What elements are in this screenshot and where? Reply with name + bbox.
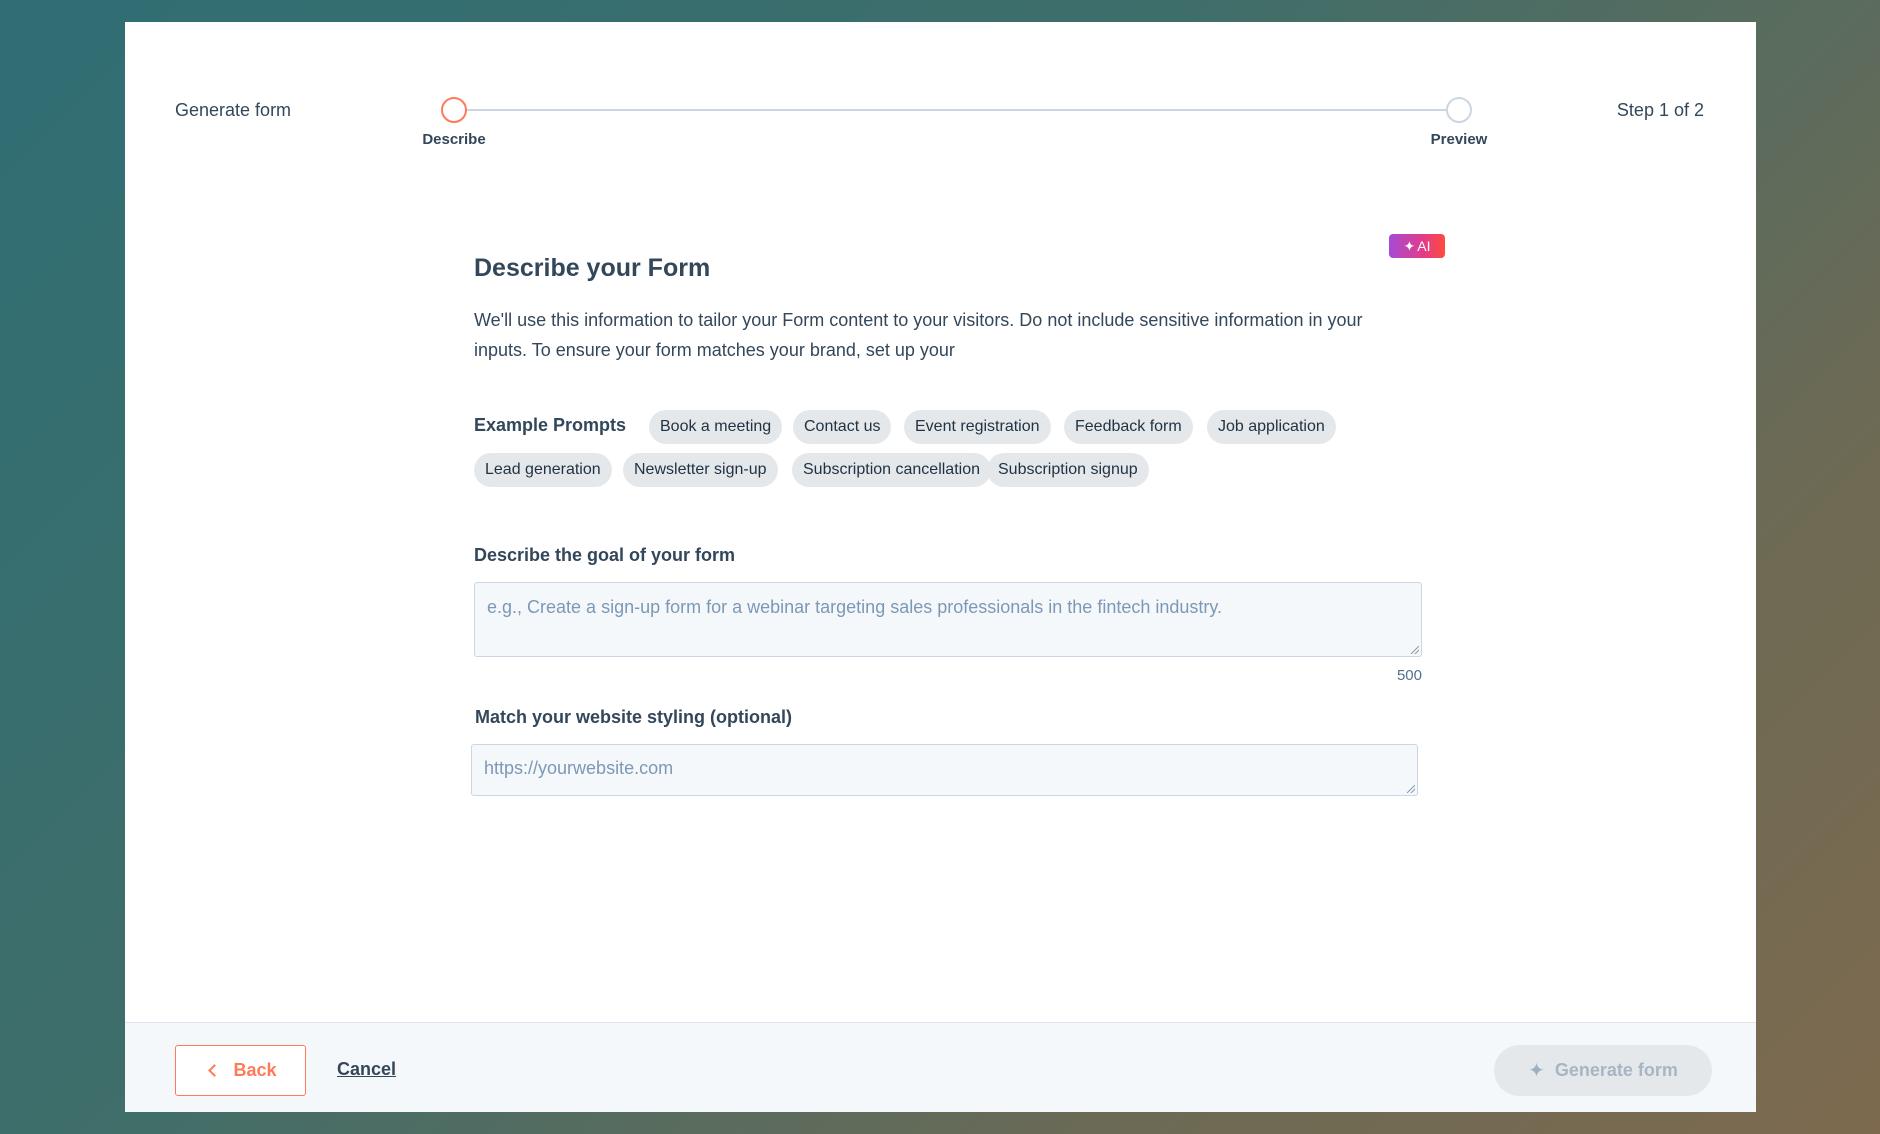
prompt-chip-newsletter-sign-up[interactable]: Newsletter sign-up	[623, 453, 778, 487]
cancel-button[interactable]: Cancel	[337, 1059, 396, 1080]
step-preview-label: Preview	[1430, 131, 1488, 148]
back-button-label: Back	[233, 1060, 277, 1080]
ai-badge-label: AI	[1417, 238, 1431, 254]
prompt-chip-book-a-meeting[interactable]: Book a meeting	[649, 410, 783, 444]
stepper-track	[454, 109, 1459, 111]
ai-badge: ✦ AI	[1389, 234, 1445, 258]
dialog-title: Generate form	[175, 100, 292, 120]
section-title: Describe your Form	[474, 254, 711, 282]
step-describe-indicator	[441, 97, 467, 123]
back-button[interactable]: Back	[175, 1045, 306, 1096]
resize-handle-icon[interactable]	[1407, 785, 1415, 793]
styling-field-label: Match your website styling (optional)	[475, 707, 793, 727]
chevron-left-icon	[208, 1064, 222, 1077]
generate-form-button[interactable]: ✦ Generate form	[1494, 1045, 1712, 1096]
resize-handle-icon[interactable]	[1411, 646, 1419, 654]
sparkle-icon: ✦	[1403, 237, 1416, 254]
prompt-chip-job-application[interactable]: Job application	[1207, 410, 1336, 444]
goal-char-counter: 500	[1396, 667, 1422, 684]
website-url-placeholder: https://yourwebsite.com	[484, 758, 674, 778]
prompt-chip-event-registration[interactable]: Event registration	[904, 410, 1051, 444]
website-url-input[interactable]: https://yourwebsite.com	[471, 744, 1418, 796]
example-prompts-label: Example Prompts	[474, 415, 627, 435]
prompt-chip-subscription-signup[interactable]: Subscription signup	[987, 453, 1149, 487]
prompt-chip-feedback-form[interactable]: Feedback form	[1064, 410, 1193, 444]
sparkle-icon: ✦	[1528, 1060, 1545, 1082]
step-describe-label: Describe	[422, 131, 486, 148]
step-preview-indicator	[1446, 97, 1472, 123]
goal-textarea[interactable]: e.g., Create a sign-up form for a webina…	[474, 582, 1422, 657]
prompt-chip-contact-us[interactable]: Contact us	[793, 410, 892, 444]
prompt-chip-subscription-cancellation[interactable]: Subscription cancellation	[792, 453, 991, 487]
goal-placeholder: e.g., Create a sign-up form for a webina…	[487, 597, 1223, 617]
goal-field-label: Describe the goal of your form	[474, 545, 736, 565]
step-counter: Step 1 of 2	[1616, 100, 1704, 120]
dialog-footer: Back Cancel ✦ Generate form	[125, 1022, 1756, 1112]
section-description: We'll use this information to tailor you…	[474, 310, 1363, 360]
generate-form-dialog: Generate form Describe Preview Step 1 of…	[125, 22, 1756, 1112]
generate-form-label: Generate form	[1554, 1060, 1678, 1080]
prompt-chip-lead-generation[interactable]: Lead generation	[474, 453, 612, 487]
